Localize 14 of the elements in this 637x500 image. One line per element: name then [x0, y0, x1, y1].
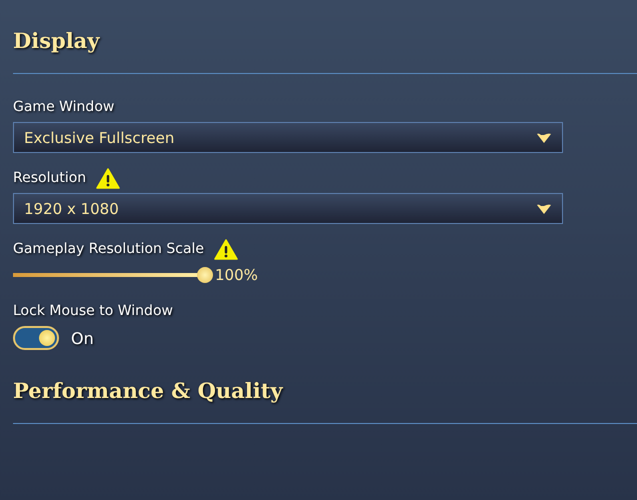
setting-label: Game Window	[13, 99, 114, 115]
setting-label: Lock Mouse to Window	[13, 303, 173, 319]
slider-value: 100%	[215, 266, 258, 284]
toggle-state: On	[71, 328, 94, 348]
section-heading: Performance & Quality	[13, 378, 284, 405]
setting-label: Gameplay Resolution Scale	[13, 241, 204, 257]
dropdown[interactable]: Exclusive Fullscreen	[13, 122, 563, 153]
toggle-switch[interactable]	[13, 326, 59, 350]
section-heading: Display	[13, 28, 101, 55]
dropdown[interactable]: 1920 x 1080	[13, 193, 563, 224]
caret-icon	[536, 132, 552, 144]
caret-icon	[536, 202, 552, 214]
setting-label: Resolution	[13, 170, 86, 186]
slider-thumb[interactable]	[197, 267, 213, 283]
